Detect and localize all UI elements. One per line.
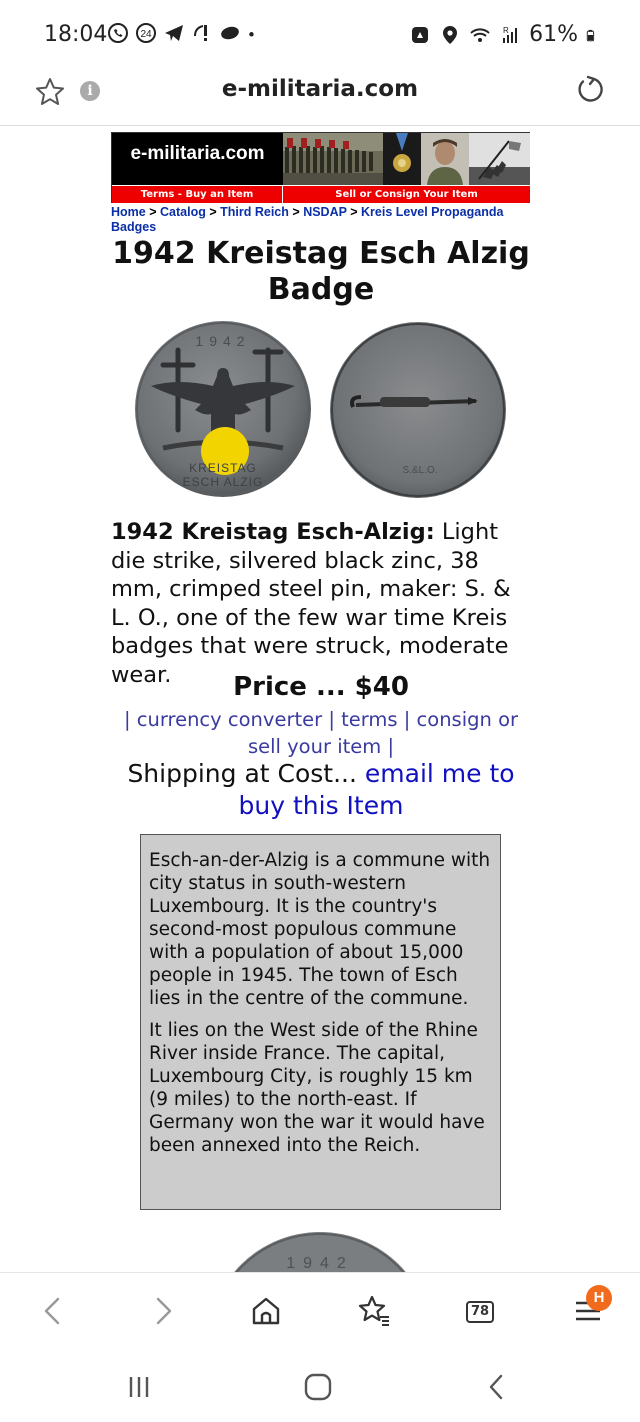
info-paragraph-2: It lies on the West side of the Rhine Ri… <box>149 1020 485 1156</box>
back-arrow-icon[interactable] <box>36 1293 72 1329</box>
forward-arrow-icon[interactable] <box>144 1293 180 1329</box>
signal-roaming-label: R <box>503 26 509 35</box>
banner-parade-image <box>283 133 383 185</box>
banner-photo-strip <box>283 133 530 185</box>
badge-year-text: 1942 <box>195 333 250 349</box>
breadcrumb-nsdap[interactable]: NSDAP <box>303 205 347 219</box>
calendar-24-icon: 24 <box>136 23 156 43</box>
page-title: 1942 Kreistag Esch Alzig Badge <box>112 236 530 307</box>
next-badge-image[interactable]: 1942 <box>205 1226 435 1276</box>
badge-front-image[interactable]: 1942 KREISTAG ESCH ALZIG <box>133 320 313 498</box>
dot-icon <box>249 32 254 37</box>
badge-back-image[interactable]: S.&L.O. <box>328 321 508 499</box>
whatsapp-icon <box>108 23 128 43</box>
sell-consign-tab[interactable]: Sell or Consign Your Item <box>283 186 530 203</box>
info-links: | currency converter | terms | consign o… <box>111 706 531 760</box>
breadcrumb-separator: > <box>292 205 300 219</box>
browser-toolbar: 78 H <box>0 1272 640 1350</box>
battery-icon <box>586 29 595 41</box>
link-separator: | <box>123 708 137 731</box>
banner-flag-raising-image <box>469 133 530 185</box>
site-logo[interactable]: e-militaria.com <box>112 133 283 185</box>
home-button-icon[interactable] <box>303 1372 333 1402</box>
telegram-icon <box>165 25 183 41</box>
site-banner: e-militaria.com Terms - Buy an Item Sell… <box>111 132 530 203</box>
breadcrumb-third-reich[interactable]: Third Reich <box>220 205 289 219</box>
next-badge-year-text: 1942 <box>286 1255 354 1272</box>
maker-mark-text: S.&L.O. <box>402 465 437 476</box>
banner-medal-image <box>383 133 421 185</box>
signal-icon: R <box>503 26 518 43</box>
badge-text-line2: ESCH ALZIG <box>183 475 264 489</box>
shipping-text: Shipping at Cost... <box>127 759 365 788</box>
location-icon <box>443 25 458 44</box>
badge-text-line1: KREISTAG <box>189 461 257 475</box>
shipping-line: Shipping at Cost... email me to buy this… <box>111 758 531 822</box>
breadcrumb-catalog[interactable]: Catalog <box>160 205 206 219</box>
link-separator: | <box>397 708 417 731</box>
bookmarks-star-icon[interactable] <box>356 1293 392 1329</box>
cloud-icon <box>221 26 239 40</box>
home-icon[interactable] <box>248 1293 284 1329</box>
banner-soldier-portrait <box>421 133 469 185</box>
wifi-icon <box>470 27 490 42</box>
alert-icon <box>194 25 207 41</box>
system-back-icon[interactable] <box>482 1372 512 1402</box>
price-label: Price ... $40 <box>233 672 409 702</box>
recent-apps-icon[interactable] <box>124 1372 154 1402</box>
currency-converter-link[interactable]: currency converter <box>137 708 322 731</box>
terms-link[interactable]: terms <box>341 708 397 731</box>
system-icons: R 61% <box>409 22 600 47</box>
url-text[interactable]: e-militaria.com <box>0 76 640 102</box>
link-separator: | <box>322 708 342 731</box>
tabs-count-icon[interactable]: 78 <box>466 1301 494 1323</box>
banner-nav: Terms - Buy an Item Sell or Consign Your… <box>112 185 530 203</box>
history-info-box: Esch-an-der-Alzig is a commune with city… <box>140 834 501 1210</box>
product-description: 1942 Kreistag Esch-Alzig: Light die stri… <box>111 518 531 689</box>
breadcrumb-separator: > <box>209 205 217 219</box>
browser-address-bar: i e-militaria.com <box>0 60 640 126</box>
terms-buy-tab[interactable]: Terms - Buy an Item <box>112 186 283 203</box>
breadcrumb: Home > Catalog > Third Reich > NSDAP > K… <box>111 205 531 235</box>
link-separator: | <box>381 735 395 758</box>
breadcrumb-separator: > <box>149 205 157 219</box>
breadcrumb-home[interactable]: Home <box>111 205 146 219</box>
calendar-badge-text: 24 <box>140 29 152 40</box>
system-nav-bar <box>0 1350 640 1422</box>
reload-icon[interactable] <box>574 74 606 106</box>
status-time: 18:04 <box>44 22 108 47</box>
breadcrumb-separator: > <box>350 205 358 219</box>
notification-badge: H <box>586 1285 612 1311</box>
notification-icons: 24 <box>107 22 261 44</box>
description-heading: 1942 Kreistag Esch-Alzig: <box>111 519 435 545</box>
recycle-icon <box>412 26 429 43</box>
info-paragraph-1: Esch-an-der-Alzig is a commune with city… <box>149 850 491 1009</box>
battery-percent: 61% <box>529 22 578 47</box>
